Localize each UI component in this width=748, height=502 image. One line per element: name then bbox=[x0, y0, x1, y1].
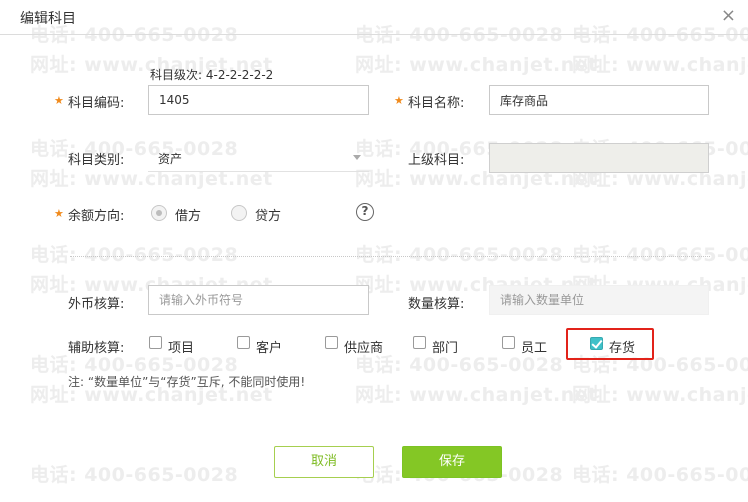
cancel-button[interactable]: 取消 bbox=[274, 446, 374, 478]
code-label: 科目编码: bbox=[68, 96, 125, 111]
watermark-phone: 电话: 400-665-0028 bbox=[30, 138, 239, 160]
direction-label: 余额方向: bbox=[68, 209, 125, 224]
checkbox-customer[interactable] bbox=[237, 336, 250, 349]
checkbox-inventory-label: 存货 bbox=[609, 341, 636, 356]
watermark-website: 网址: www.chanjet.net bbox=[355, 54, 598, 76]
currency-label: 外币核算: bbox=[68, 297, 125, 312]
required-star-icon: ★ bbox=[54, 94, 64, 107]
checkbox-employee[interactable] bbox=[502, 336, 515, 349]
parent-input bbox=[489, 143, 709, 173]
auxiliary-label: 辅助核算: bbox=[68, 341, 125, 356]
checkbox-supplier[interactable] bbox=[325, 336, 338, 349]
watermark-phone: 电话: 400-665-0028 bbox=[30, 464, 239, 486]
checkbox-department[interactable] bbox=[413, 336, 426, 349]
category-select[interactable]: 资产 bbox=[158, 150, 182, 167]
checkbox-project-label: 项目 bbox=[168, 341, 195, 356]
dialog-title: 编辑科目 bbox=[20, 11, 76, 27]
checkbox-department-label: 部门 bbox=[432, 341, 459, 356]
watermark-layer: 电话: 400-665-0028 电话: 400-665-0028 电话: 40… bbox=[0, 0, 748, 502]
watermark-phone: 电话: 400-665-0028 bbox=[572, 464, 748, 486]
checkbox-supplier-label: 供应商 bbox=[344, 341, 384, 356]
radio-debit[interactable] bbox=[151, 205, 167, 221]
chevron-down-icon[interactable] bbox=[353, 155, 361, 160]
watermark-phone: 电话: 400-665-0028 bbox=[572, 244, 748, 266]
radio-credit[interactable] bbox=[231, 205, 247, 221]
parent-label: 上级科目: bbox=[408, 153, 465, 168]
close-icon[interactable]: × bbox=[721, 6, 736, 26]
required-star-icon: ★ bbox=[54, 207, 64, 220]
name-label: 科目名称: bbox=[408, 96, 465, 111]
watermark-website: 网址: www.chanjet.net bbox=[30, 168, 273, 190]
checkbox-project[interactable] bbox=[149, 336, 162, 349]
quantity-label: 数量核算: bbox=[408, 297, 465, 312]
checkbox-customer-label: 客户 bbox=[256, 341, 283, 356]
code-input[interactable] bbox=[148, 85, 369, 115]
watermark-website: 网址: www.chanjet.net bbox=[572, 384, 748, 406]
name-input[interactable] bbox=[489, 85, 709, 115]
section-divider bbox=[70, 256, 710, 257]
radio-debit-label: 借方 bbox=[175, 209, 202, 224]
category-select-underline bbox=[148, 171, 369, 172]
title-divider bbox=[0, 34, 748, 35]
radio-credit-label: 贷方 bbox=[255, 209, 282, 224]
watermark-phone: 电话: 400-665-0028 bbox=[355, 244, 564, 266]
checkbox-inventory[interactable] bbox=[590, 337, 603, 350]
code-level-hint: 科目级次: 4-2-2-2-2-2 bbox=[150, 68, 274, 82]
currency-input[interactable] bbox=[148, 285, 369, 315]
save-button[interactable]: 保存 bbox=[402, 446, 502, 478]
help-icon[interactable]: ? bbox=[356, 203, 374, 221]
mutual-exclusion-note: 注: “数量单位”与“存货”互斥, 不能同时使用! bbox=[68, 375, 306, 389]
required-star-icon: ★ bbox=[394, 94, 404, 107]
category-label: 科目类别: bbox=[68, 153, 125, 168]
watermark-website: 网址: www.chanjet.net bbox=[355, 384, 598, 406]
watermark-phone: 电话: 400-665-0028 bbox=[30, 244, 239, 266]
quantity-input[interactable] bbox=[489, 285, 709, 315]
watermark-website: 网址: www.chanjet.net bbox=[572, 54, 748, 76]
checkbox-employee-label: 员工 bbox=[521, 341, 548, 356]
